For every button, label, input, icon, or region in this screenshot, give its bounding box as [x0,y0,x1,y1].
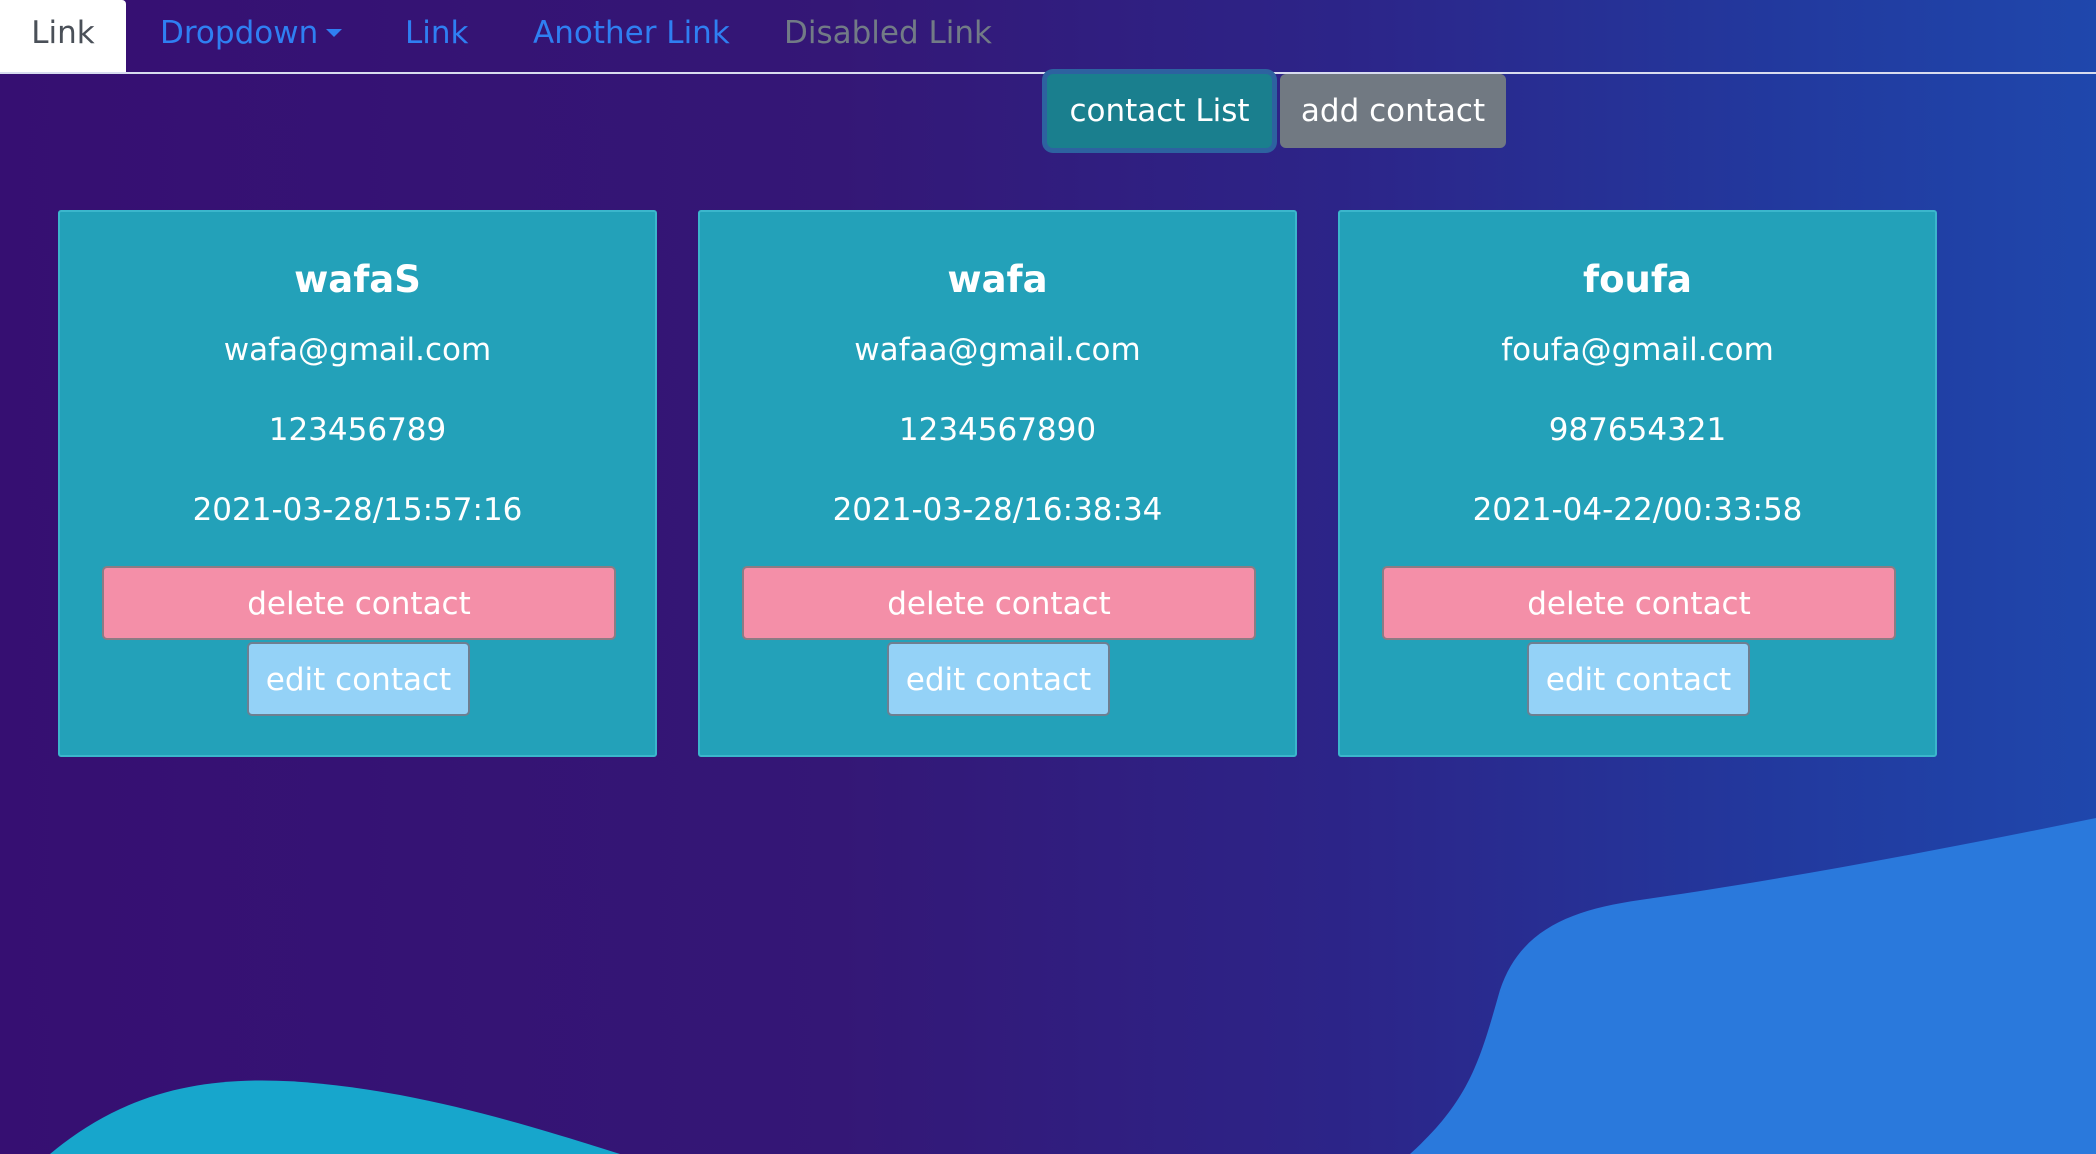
nav-link-disabled: Disabled Link [784,15,993,51]
contact-email: wafa@gmail.com [223,332,492,368]
contact-date: 2021-04-22/00:33:58 [1472,492,1803,528]
nav-link-another[interactable]: Another Link [533,0,730,72]
contact-email: foufa@gmail.com [1501,332,1774,368]
delete-contact-button[interactable]: delete contact [102,566,616,640]
contact-card: wafaS wafa@gmail.com 123456789 2021-03-2… [58,210,657,757]
delete-contact-button[interactable]: delete contact [742,566,1256,640]
edit-contact-button[interactable]: edit contact [247,642,470,716]
contact-list-button[interactable]: contact List [1047,74,1272,148]
contact-phone: 123456789 [268,412,447,448]
contact-name: foufa [1583,258,1692,301]
caret-down-icon [326,29,343,37]
nav-dropdown-label: Dropdown [160,15,319,51]
delete-contact-button[interactable]: delete contact [1382,566,1896,640]
contact-card: foufa foufa@gmail.com 987654321 2021-04-… [1338,210,1937,757]
edit-contact-button[interactable]: edit contact [887,642,1110,716]
contact-name: wafaS [294,258,421,301]
nav-link-active[interactable]: Link [0,0,126,72]
nav-link[interactable]: Link [405,0,468,72]
contact-card: wafa wafaa@gmail.com 1234567890 2021-03-… [698,210,1297,757]
bottom-left-wave [50,1080,620,1154]
nav-dropdown[interactable]: Dropdown [160,0,343,72]
contact-phone: 987654321 [1548,412,1727,448]
edit-contact-button[interactable]: edit contact [1527,642,1750,716]
bottom-right-wave [1410,818,2096,1154]
contact-date: 2021-03-28/15:57:16 [192,492,523,528]
contact-email: wafaa@gmail.com [854,332,1141,368]
contact-date: 2021-03-28/16:38:34 [832,492,1163,528]
add-contact-button[interactable]: add contact [1280,74,1506,148]
contact-name: wafa [947,258,1048,301]
contact-phone: 1234567890 [898,412,1097,448]
top-nav: Link Dropdown Link Another Link Disabled… [0,0,2096,74]
